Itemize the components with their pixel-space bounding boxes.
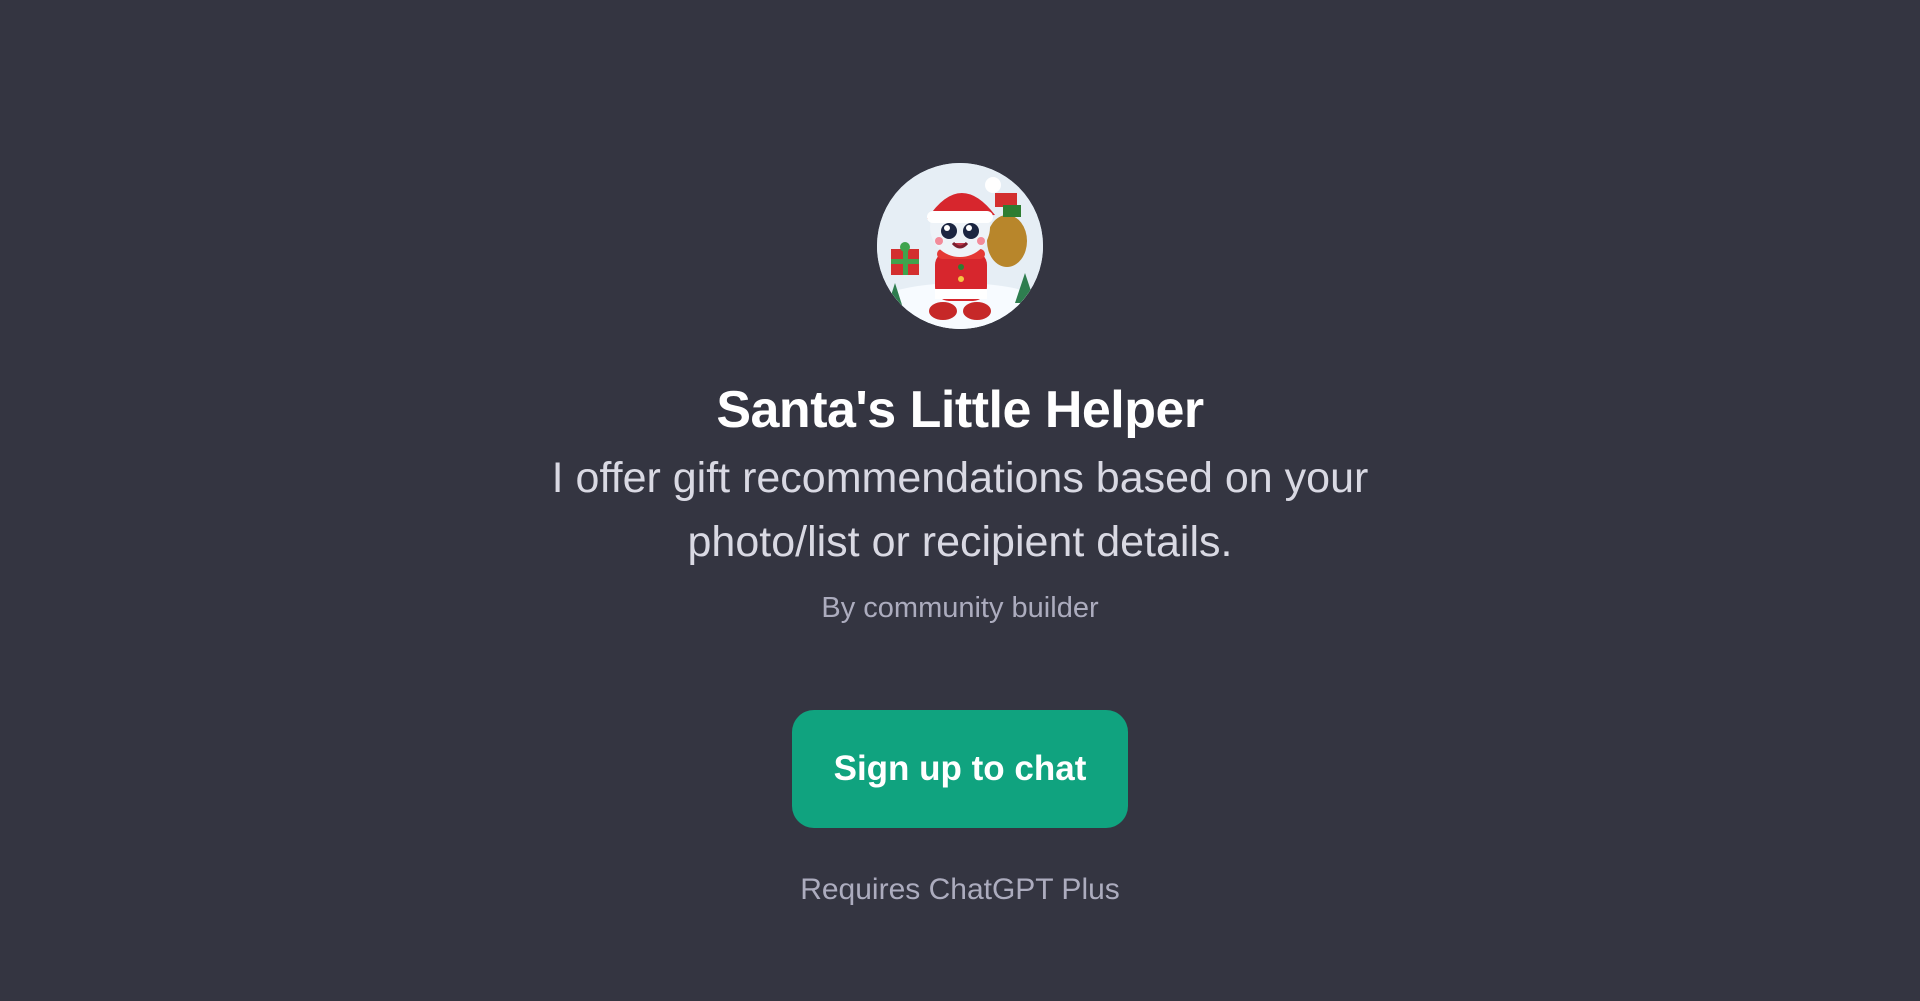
gpt-author: By community builder — [821, 592, 1099, 624]
santa-robot-avatar-icon — [877, 163, 1043, 329]
gpt-description: I offer gift recommendations based on yo… — [551, 454, 1369, 566]
sign-up-to-chat-button[interactable]: Sign up to chat — [792, 710, 1128, 828]
gpt-landing-page: Santa's Little Helper I offer gift recom… — [0, 0, 1920, 1001]
plus-requirement-note: Requires ChatGPT Plus — [800, 873, 1120, 906]
gpt-title: Santa's Little Helper — [716, 381, 1204, 439]
